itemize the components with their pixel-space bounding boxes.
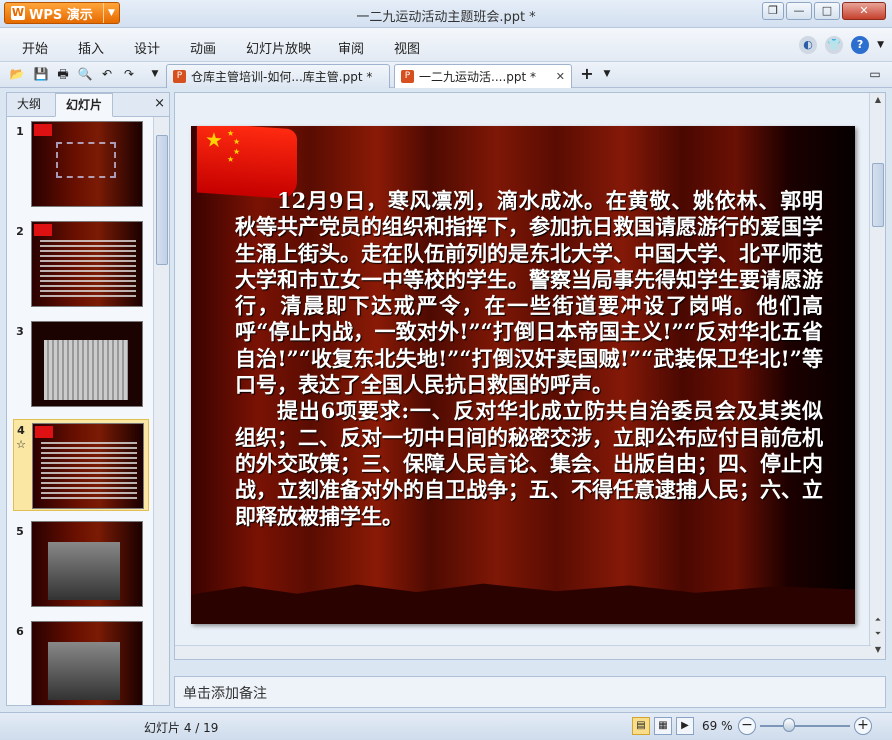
slide-preview <box>31 521 143 607</box>
zoom-in-button[interactable]: + <box>854 717 872 735</box>
tab-warehouse-training[interactable]: P 仓库主管培训-如何...库主管.ppt * <box>166 64 390 88</box>
slide-thumbnail-3[interactable]: 3 <box>13 321 149 413</box>
slide-thumbnail-4[interactable]: 4 ☆ <box>13 419 149 511</box>
chevron-down-icon[interactable]: ▼ <box>877 40 884 50</box>
tab-label: 仓库主管培训-如何...库主管.ppt * <box>191 70 373 84</box>
quick-access-toolbar: 📂 💾 🖶 🔍 ↶ ↷ ▼ P 仓库主管培训-如何...库主管.ppt * P … <box>0 62 892 88</box>
scrollbar-thumb[interactable] <box>872 163 884 227</box>
status-bar: 幻灯片 4 / 19 ▤ ▦ ▶ 69 % − + <box>0 712 892 740</box>
slide-thumbnail-2[interactable]: 2 <box>13 221 149 313</box>
minimize-button[interactable]: — <box>786 2 812 20</box>
title-bar: W WPS 演示 ▼ 一二九运动活动主题班会.ppt * ❐ — □ ✕ <box>0 0 892 28</box>
animation-star-icon: ☆ <box>16 438 26 451</box>
document-title: 一二九运动活动主题班会.ppt * <box>356 10 536 25</box>
slide-preview <box>31 321 143 407</box>
print-icon[interactable]: 🖶 <box>54 65 72 83</box>
slide-preview <box>31 221 143 307</box>
redo-icon[interactable]: ↷ <box>120 65 138 83</box>
next-slide-icon[interactable]: ⏷ <box>870 629 886 639</box>
sorter-view-icon[interactable]: ▦ <box>654 717 672 735</box>
menu-animation[interactable]: 动画 <box>190 38 216 57</box>
ground-silhouette <box>191 583 855 624</box>
scrollbar-thumb[interactable] <box>156 135 168 265</box>
slide-thumbnail-5[interactable]: 5 <box>13 521 149 613</box>
tab-label: 一二九运动活....ppt * <box>419 70 537 84</box>
maximize-button[interactable]: □ <box>814 2 840 20</box>
open-folder-icon[interactable]: 📂 <box>8 65 26 83</box>
zoom-slider-handle[interactable] <box>783 718 795 732</box>
zoom-level: 69 % <box>702 719 733 733</box>
slide-counter: 幻灯片 4 / 19 <box>144 721 219 735</box>
tab-129-movement[interactable]: P 一二九运动活....ppt * ✕ <box>394 64 572 88</box>
menu-bar: 开始 插入 设计 动画 幻灯片放映 审阅 视图 ◐ 👕 ? ▼ <box>0 28 892 62</box>
new-tab-icon[interactable]: + <box>578 65 596 83</box>
menu-slideshow[interactable]: 幻灯片放映 <box>246 38 311 57</box>
ppt-file-icon: P <box>173 70 186 83</box>
slide-panel: 大纲 幻灯片 × 1 2 3 4 ☆ 5 6 <box>6 92 170 706</box>
zoom-slider[interactable] <box>760 725 850 727</box>
slide-paragraph-1: 12月9日，寒风凛冽，滴水成冰。在黄敬、姚依林、郭明秋等共产党员的组织和指挥下，… <box>235 188 823 398</box>
notes-pane[interactable]: 单击添加备注 <box>174 676 886 708</box>
close-tab-icon[interactable]: ✕ <box>548 70 565 83</box>
slideshow-view-icon[interactable]: ▶ <box>676 717 694 735</box>
prev-slide-icon[interactable]: ⏶ <box>870 615 886 625</box>
slide-preview <box>31 121 143 207</box>
slide-canvas[interactable]: ★ ★ ★ ★ ★ 12月9日，寒风凛冽，滴水成冰。在黄敬、姚依林、郭明秋等共产… <box>191 126 855 624</box>
zoom-out-button[interactable]: − <box>738 717 756 735</box>
help-icon[interactable]: ? <box>851 36 870 54</box>
slide-preview <box>31 621 143 705</box>
print-preview-icon[interactable]: 🔍 <box>76 65 94 83</box>
undo-icon[interactable]: ↶ <box>98 65 116 83</box>
menu-insert[interactable]: 插入 <box>78 38 104 57</box>
menu-design[interactable]: 设计 <box>134 38 160 57</box>
tab-outline[interactable]: 大纲 <box>7 93 51 117</box>
save-icon[interactable]: 💾 <box>32 65 50 83</box>
scroll-down-icon[interactable]: ▼ <box>870 645 886 654</box>
horizontal-scrollbar[interactable] <box>175 645 871 659</box>
ppt-file-icon: P <box>401 70 414 83</box>
close-panel-icon[interactable]: × <box>154 96 165 111</box>
slide-thumbnail-1[interactable]: 1 <box>13 121 149 213</box>
chevron-down-icon[interactable]: ▼ <box>598 65 616 83</box>
slide-edit-area: ★ ★ ★ ★ ★ 12月9日，寒风凛冽，滴水成冰。在黄敬、姚依林、郭明秋等共产… <box>174 92 886 660</box>
slide-text-box[interactable]: 12月9日，寒风凛冽，滴水成冰。在黄敬、姚依林、郭明秋等共产党员的组织和指挥下，… <box>235 188 823 530</box>
thumbnail-scrollbar[interactable] <box>153 117 169 705</box>
vertical-scrollbar[interactable]: ▲ ⏶ ⏷ ▼ <box>869 93 885 659</box>
slide-paragraph-2: 提出6项要求:一、反对华北成立防共自治委员会及其类似组织；二、反对一切中日间的秘… <box>235 398 823 529</box>
menu-view[interactable]: 视图 <box>394 38 420 57</box>
skin-icon[interactable]: ◐ <box>799 36 818 54</box>
normal-view-icon[interactable]: ▤ <box>632 717 650 735</box>
scroll-up-icon[interactable]: ▲ <box>870 95 886 104</box>
shirt-icon[interactable]: 👕 <box>825 36 844 54</box>
close-button[interactable]: ✕ <box>842 2 886 20</box>
panel-toggle-icon[interactable]: ▭ <box>866 65 884 83</box>
tab-slides[interactable]: 幻灯片 <box>55 93 114 117</box>
slide-preview <box>32 423 144 509</box>
chevron-down-icon[interactable]: ▼ <box>146 65 164 83</box>
slide-thumbnail-6[interactable]: 6 <box>13 621 149 705</box>
menu-home[interactable]: 开始 <box>22 38 48 57</box>
restore-ribbon-button[interactable]: ❐ <box>762 2 784 20</box>
menu-review[interactable]: 审阅 <box>338 38 364 57</box>
